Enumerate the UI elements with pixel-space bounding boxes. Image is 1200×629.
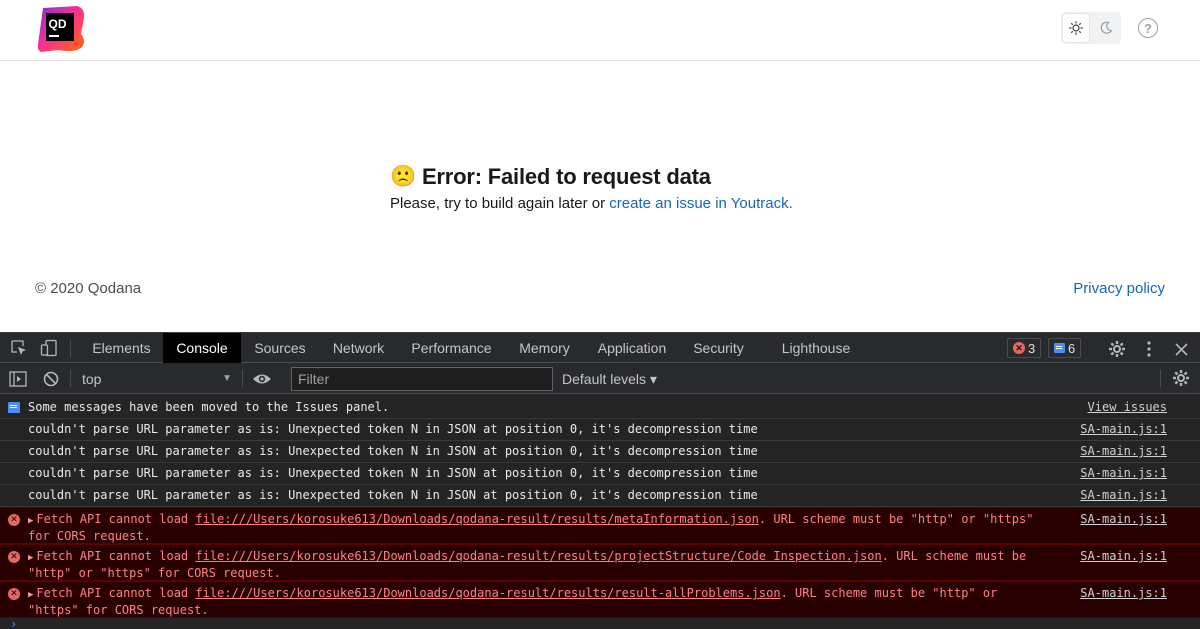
toolbar-divider	[70, 370, 71, 387]
console-settings-gear-icon[interactable]	[1170, 367, 1192, 389]
toolbar-divider	[242, 370, 243, 387]
clear-console-icon[interactable]	[42, 370, 60, 388]
expand-caret-icon[interactable]: ▶	[28, 590, 33, 600]
theme-switch	[1061, 12, 1121, 44]
youtrack-issue-link[interactable]: create an issue in Youtrack.	[609, 195, 792, 212]
error-count: 3	[1028, 340, 1036, 356]
tab-memory[interactable]: Memory	[505, 333, 584, 363]
toolbar-divider	[70, 340, 71, 357]
log-message-text: couldn't parse URL parameter as is: Unex…	[28, 444, 758, 458]
console-error-message[interactable]: ✕ ▶ Fetch API cannot load file:///Users/k…	[0, 581, 1200, 618]
error-file-link[interactable]: file:///Users/korosuke613/Downloads/qoda…	[195, 549, 881, 563]
console-prompt-icon[interactable]: ›	[10, 617, 17, 629]
expand-caret-icon[interactable]: ▶	[28, 516, 33, 526]
info-message-icon	[8, 402, 20, 413]
tab-performance[interactable]: Performance	[398, 333, 505, 363]
log-message-text: couldn't parse URL parameter as is: Unex…	[28, 422, 758, 436]
info-message-text: Some messages have been moved to the Iss…	[28, 400, 390, 414]
error-icon: ✕	[1013, 342, 1025, 354]
error-message: 🙁 Error: Failed to request data Please, …	[390, 163, 890, 212]
source-link[interactable]: SA-main.js:1	[1080, 422, 1167, 437]
sad-face-icon: 🙁	[390, 165, 416, 188]
source-link[interactable]: SA-main.js:1	[1080, 586, 1167, 601]
error-file-link[interactable]: file:///Users/korosuke613/Downloads/qoda…	[195, 512, 759, 526]
dropdown-arrow-icon: ▼	[222, 373, 232, 384]
context-value: top	[82, 371, 102, 387]
error-count-badge[interactable]: ✕ 3	[1007, 338, 1042, 358]
view-issues-link[interactable]: View issues	[1088, 400, 1167, 415]
expand-caret-icon[interactable]: ▶	[28, 553, 33, 563]
console-log-message: couldn't parse URL parameter as is: Unex…	[0, 485, 1200, 507]
tab-network[interactable]: Network	[319, 333, 398, 363]
source-link[interactable]: SA-main.js:1	[1080, 466, 1167, 481]
more-options-icon[interactable]	[1138, 338, 1160, 360]
error-message-icon: ✕	[8, 588, 20, 600]
sun-icon	[1069, 21, 1083, 35]
source-link[interactable]: SA-main.js:1	[1080, 512, 1167, 527]
console-error-message[interactable]: ✕ ▶ Fetch API cannot load file:///Users/k…	[0, 507, 1200, 544]
close-devtools-icon[interactable]	[1170, 338, 1192, 360]
log-message-text: couldn't parse URL parameter as is: Unex…	[28, 488, 758, 502]
settings-gear-icon[interactable]	[1106, 338, 1128, 360]
console-messages: Some messages have been moved to the Iss…	[0, 394, 1200, 629]
error-title-text: Error: Failed to request data	[421, 164, 711, 189]
tab-elements[interactable]: Elements	[80, 333, 163, 363]
error-message-icon: ✕	[8, 514, 20, 526]
console-filter-bar: top ▼ Default levels ▾	[0, 363, 1200, 394]
error-description-text: Please, try to build again later or	[390, 195, 610, 212]
inspect-element-icon[interactable]	[10, 339, 28, 357]
console-error-message[interactable]: ✕ ▶ Fetch API cannot load file:///Users/k…	[0, 544, 1200, 581]
tab-sources[interactable]: Sources	[241, 333, 319, 363]
error-message-icon: ✕	[8, 551, 20, 563]
tab-console[interactable]: Console	[163, 333, 241, 363]
message-count-badge[interactable]: 6	[1048, 338, 1082, 358]
error-description: Please, try to build again later or crea…	[390, 195, 890, 212]
toolbar-divider	[1160, 370, 1161, 387]
devtools-panel: Elements Console Sources Network Perform…	[0, 332, 1200, 629]
page-header: QD ?	[0, 0, 1200, 61]
device-toolbar-icon[interactable]	[40, 339, 58, 357]
console-log-message: couldn't parse URL parameter as is: Unex…	[0, 419, 1200, 441]
tab-lighthouse[interactable]: Lighthouse	[767, 333, 865, 363]
message-count: 6	[1068, 340, 1076, 356]
error-message-prefix: Fetch API cannot load	[36, 512, 196, 526]
source-link[interactable]: SA-main.js:1	[1080, 549, 1167, 564]
error-message-prefix: Fetch API cannot load	[36, 586, 196, 600]
console-info-message: Some messages have been moved to the Iss…	[0, 394, 1200, 419]
light-theme-button[interactable]	[1063, 14, 1089, 42]
tab-application[interactable]: Application	[584, 333, 680, 363]
tab-security[interactable]: Security	[680, 333, 757, 363]
log-levels-dropdown[interactable]: Default levels ▾	[562, 369, 657, 389]
moon-icon	[1100, 21, 1113, 34]
source-link[interactable]: SA-main.js:1	[1080, 444, 1167, 459]
console-log-message: couldn't parse URL parameter as is: Unex…	[0, 463, 1200, 485]
help-button[interactable]: ?	[1138, 18, 1158, 38]
dark-theme-button[interactable]	[1091, 12, 1121, 44]
error-file-link[interactable]: file:///Users/korosuke613/Downloads/qoda…	[195, 586, 780, 600]
console-filter-input[interactable]	[291, 367, 553, 391]
context-selector[interactable]: top ▼	[82, 369, 232, 389]
log-message-text: couldn't parse URL parameter as is: Unex…	[28, 466, 758, 480]
source-link[interactable]: SA-main.js:1	[1080, 488, 1167, 503]
logo-text: QD	[49, 17, 67, 31]
console-log-message: couldn't parse URL parameter as is: Unex…	[0, 441, 1200, 463]
live-expression-eye-icon[interactable]	[252, 370, 272, 388]
message-icon	[1054, 343, 1065, 353]
web-page: QD ? 🙁 Error: Failed to request data Ple…	[0, 0, 1200, 332]
error-title: 🙁 Error: Failed to request data	[390, 163, 890, 191]
privacy-policy-link[interactable]: Privacy policy	[1073, 280, 1165, 297]
footer-copyright: © 2020 Qodana	[35, 280, 142, 297]
devtools-tabbar: Elements Console Sources Network Perform…	[0, 332, 1200, 363]
error-message-prefix: Fetch API cannot load	[36, 549, 196, 563]
show-sidebar-icon[interactable]	[9, 370, 27, 388]
qodana-logo[interactable]: QD	[37, 6, 87, 52]
